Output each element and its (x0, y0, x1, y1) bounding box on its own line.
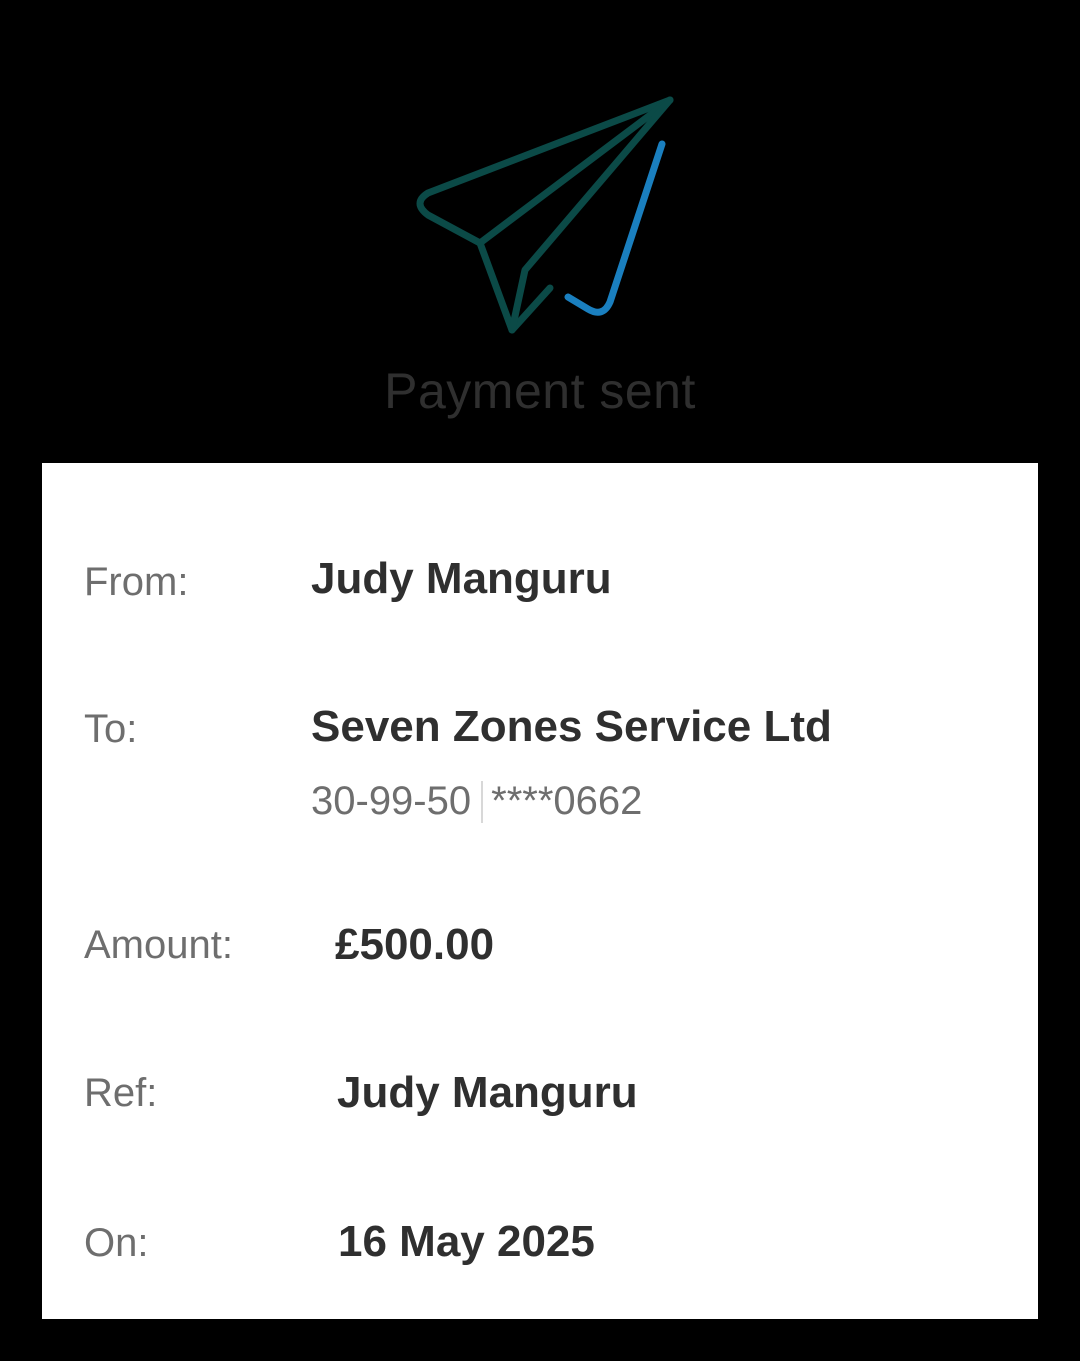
plane-fold-2 (508, 96, 674, 334)
to-label: To: (84, 707, 138, 751)
ref-label: Ref: (84, 1071, 158, 1115)
account-divider (481, 780, 484, 823)
account-number: ****0662 (491, 779, 643, 823)
date-value: 16 May 2025 (338, 1217, 595, 1266)
payment-details-card: From: Judy Manguru To: Seven Zones Servi… (42, 463, 1038, 1319)
paper-plane-check-icon (416, 96, 674, 334)
amount-label: Amount: (84, 923, 233, 967)
to-value: Seven Zones Service Ltd (311, 702, 832, 751)
page-title: Payment sent (384, 363, 696, 419)
ref-value: Judy Manguru (337, 1068, 638, 1117)
plane-outline (416, 96, 674, 334)
confirmation-header: Payment sent (0, 0, 1080, 463)
date-label: On: (84, 1221, 149, 1265)
account-details: 30-99-50 ****0662 (311, 779, 642, 824)
sort-code: 30-99-50 (311, 779, 472, 823)
amount-value: £500.00 (335, 920, 495, 969)
from-value: Judy Manguru (311, 554, 612, 603)
plane-fold-1 (476, 96, 674, 247)
from-label: From: (84, 560, 189, 604)
